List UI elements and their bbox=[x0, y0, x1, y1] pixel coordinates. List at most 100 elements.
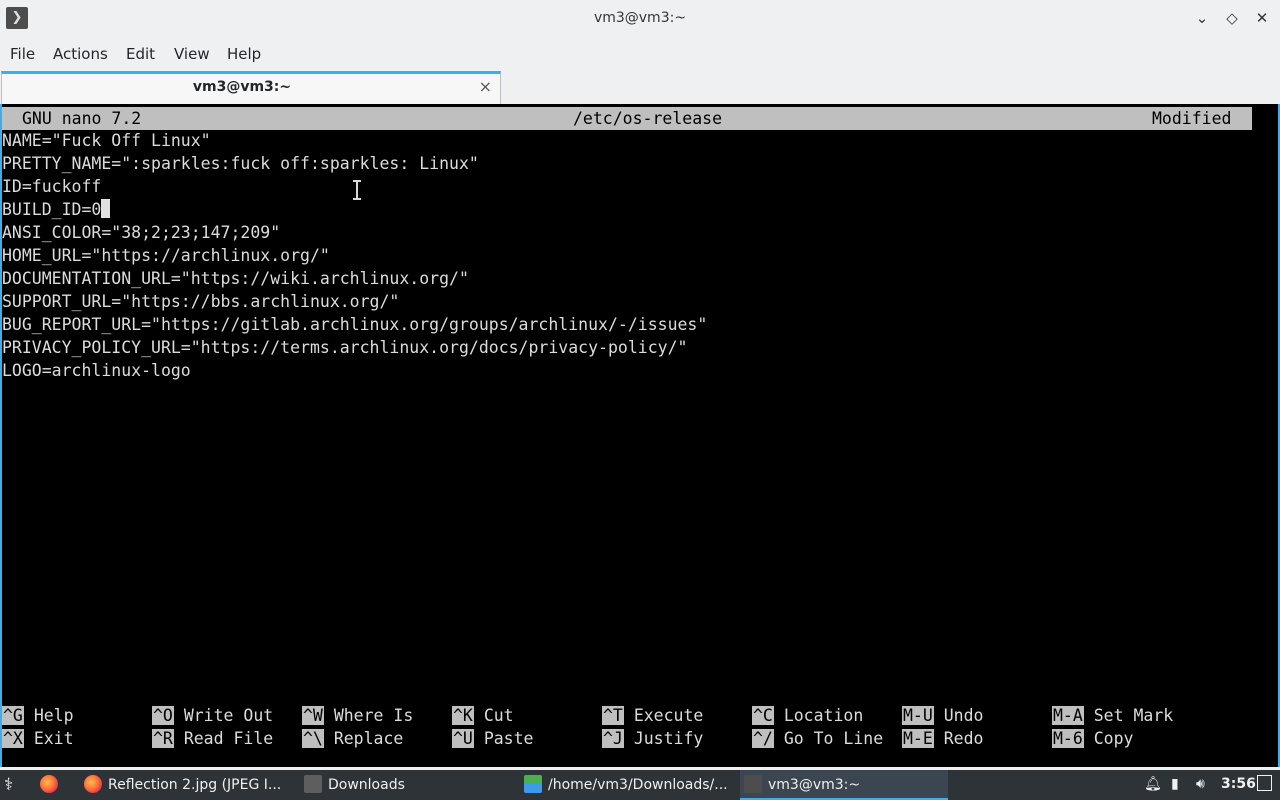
notifications-icon[interactable]: 🔔︎ bbox=[1144, 776, 1162, 792]
nano-filename: /etc/os-release bbox=[573, 109, 723, 128]
shortcut-key: ^U bbox=[452, 729, 474, 748]
shortcut-key: ^O bbox=[152, 706, 174, 725]
shortcut-key: ^G bbox=[2, 706, 24, 725]
firefox-icon bbox=[40, 775, 58, 793]
shortcut-label: Cut bbox=[483, 706, 514, 725]
minimize-icon[interactable]: ⌄ bbox=[1190, 6, 1214, 30]
shortcut-label: Justify bbox=[633, 729, 704, 748]
taskbar: ⚕ Reflection 2.jpg (JPEG I... Downloads … bbox=[0, 770, 1280, 800]
terminal-view[interactable]: GNU nano 7.2 /etc/os-release Modified NA… bbox=[0, 104, 1280, 767]
nano-header: GNU nano 7.2 /etc/os-release Modified bbox=[2, 107, 1252, 130]
shortcut-label: Undo bbox=[943, 706, 984, 725]
task-downloads[interactable]: Downloads bbox=[300, 770, 514, 800]
shortcut-key: M-6 bbox=[1052, 729, 1084, 748]
file-line: BUG_REPORT_URL="https://gitlab.archlinux… bbox=[2, 315, 708, 334]
maximize-icon[interactable]: ◇ bbox=[1220, 6, 1244, 30]
application-launcher-icon[interactable]: ⚕ bbox=[4, 770, 13, 800]
file-line: ANSI_COLOR="38;2;23;147;209" bbox=[2, 223, 281, 242]
shortcut-copy: M-6 Copy bbox=[1052, 727, 1134, 750]
shortcut-label: Exit bbox=[33, 729, 74, 748]
file-line: DOCUMENTATION_URL="https://wiki.archlinu… bbox=[2, 269, 469, 288]
shortcut-key: ^C bbox=[752, 706, 774, 725]
shortcut-cut: ^K Cut bbox=[452, 704, 514, 727]
image-viewer-icon bbox=[524, 775, 542, 793]
shortcut-label: Read File bbox=[183, 729, 274, 748]
tab-close-icon[interactable]: × bbox=[479, 77, 492, 96]
shortcut-label: Paste bbox=[483, 729, 534, 748]
menu-actions[interactable]: Actions bbox=[53, 45, 108, 63]
shortcut-label: Redo bbox=[943, 729, 984, 748]
shortcut-help: ^G Help bbox=[2, 704, 74, 727]
task-terminal[interactable]: vm3@vm3:~ bbox=[740, 770, 948, 800]
file-line: LOGO=archlinux-logo bbox=[2, 361, 191, 380]
shortcut-key: ^\ bbox=[302, 729, 324, 748]
tab-label: vm3@vm3:~ bbox=[192, 79, 292, 95]
file-line: HOME_URL="https://archlinux.org/" bbox=[2, 246, 330, 265]
shortcut-label: Execute bbox=[633, 706, 704, 725]
shortcut-label: Go To Line bbox=[783, 729, 884, 748]
file-line: PRETTY_NAME=":sparkles:fuck off:sparkles… bbox=[2, 154, 479, 173]
shortcut-label: Where Is bbox=[333, 706, 414, 725]
shortcut-undo: M-U Undo bbox=[902, 704, 984, 727]
shortcut-label: Set Mark bbox=[1093, 706, 1174, 725]
shortcut-key: M-A bbox=[1052, 706, 1084, 725]
shortcut-go-to-line: ^/ Go To Line bbox=[752, 727, 883, 750]
task-label: Downloads bbox=[328, 777, 405, 793]
folder-icon bbox=[304, 775, 322, 793]
nano-version: GNU nano 7.2 bbox=[22, 109, 142, 128]
tab-bar: vm3@vm3:~ × bbox=[0, 70, 1280, 105]
file-line: SUPPORT_URL="https://bbs.archlinux.org/" bbox=[2, 292, 400, 311]
shortcut-label: Location bbox=[783, 706, 864, 725]
shortcut-label: Replace bbox=[333, 729, 404, 748]
file-line: NAME="Fuck Off Linux" bbox=[2, 131, 211, 150]
shortcut-key: ^K bbox=[452, 706, 474, 725]
text-cursor bbox=[101, 199, 111, 218]
shortcut-location: ^C Location bbox=[752, 704, 863, 727]
firefox-launcher[interactable] bbox=[40, 770, 64, 800]
removable-device-icon[interactable]: ▮ bbox=[1171, 776, 1179, 792]
terminal-icon bbox=[744, 775, 762, 793]
shortcut-label: Write Out bbox=[183, 706, 274, 725]
shortcut-key: ^R bbox=[152, 729, 174, 748]
clock[interactable]: 3:56 bbox=[1221, 776, 1256, 792]
menu-file[interactable]: File bbox=[10, 45, 35, 63]
task-image-viewer[interactable]: /home/vm3/Downloads/... bbox=[520, 770, 734, 800]
task-label: vm3@vm3:~ bbox=[768, 777, 861, 793]
shortcut-key: M-E bbox=[902, 729, 934, 748]
menu-bar: File Actions Edit View Help bbox=[0, 38, 1280, 68]
menu-edit[interactable]: Edit bbox=[126, 45, 155, 63]
task-label: Reflection 2.jpg (JPEG I... bbox=[108, 777, 282, 793]
shortcut-exit: ^X Exit bbox=[2, 727, 74, 750]
shortcut-read-file: ^R Read File bbox=[152, 727, 273, 750]
shortcut-label: Help bbox=[33, 706, 74, 725]
shortcut-key: ^J bbox=[602, 729, 624, 748]
shortcut-write-out: ^O Write Out bbox=[152, 704, 273, 727]
menu-view[interactable]: View bbox=[174, 45, 210, 63]
close-window-icon[interactable]: ✕ bbox=[1250, 6, 1274, 30]
shortcut-key: ^W bbox=[302, 706, 324, 725]
nano-status: Modified bbox=[1152, 109, 1232, 128]
volume-icon[interactable]: 🔊︎ bbox=[1196, 776, 1205, 792]
menu-help[interactable]: Help bbox=[227, 45, 261, 63]
file-line-with-cursor: BUILD_ID=0 bbox=[2, 198, 111, 221]
ibeam-cursor-icon bbox=[353, 180, 361, 200]
shortcut-paste: ^U Paste bbox=[452, 727, 533, 750]
tab-terminal[interactable]: vm3@vm3:~ × bbox=[1, 71, 501, 104]
shortcut-key: M-U bbox=[902, 706, 934, 725]
shortcut-justify: ^J Justify bbox=[602, 727, 703, 750]
show-desktop-icon[interactable] bbox=[1257, 775, 1272, 791]
firefox-icon bbox=[84, 775, 102, 793]
file-line: PRIVACY_POLICY_URL="https://terms.archli… bbox=[2, 338, 688, 357]
task-firefox[interactable]: Reflection 2.jpg (JPEG I... bbox=[80, 770, 294, 800]
shortcut-key: ^T bbox=[602, 706, 624, 725]
task-label: /home/vm3/Downloads/... bbox=[548, 777, 728, 793]
shortcut-key: ^X bbox=[2, 729, 24, 748]
file-line: ID=fuckoff bbox=[2, 177, 102, 196]
shortcut-label: Copy bbox=[1093, 729, 1134, 748]
shortcut-redo: M-E Redo bbox=[902, 727, 984, 750]
shortcut-execute: ^T Execute bbox=[602, 704, 703, 727]
window-title: vm3@vm3:~ bbox=[593, 10, 687, 26]
shortcut-where-is: ^W Where Is bbox=[302, 704, 413, 727]
file-line: BUILD_ID=0 bbox=[2, 200, 102, 219]
window-titlebar[interactable]: ❯ vm3@vm3:~ ⌄ ◇ ✕ bbox=[0, 0, 1280, 36]
